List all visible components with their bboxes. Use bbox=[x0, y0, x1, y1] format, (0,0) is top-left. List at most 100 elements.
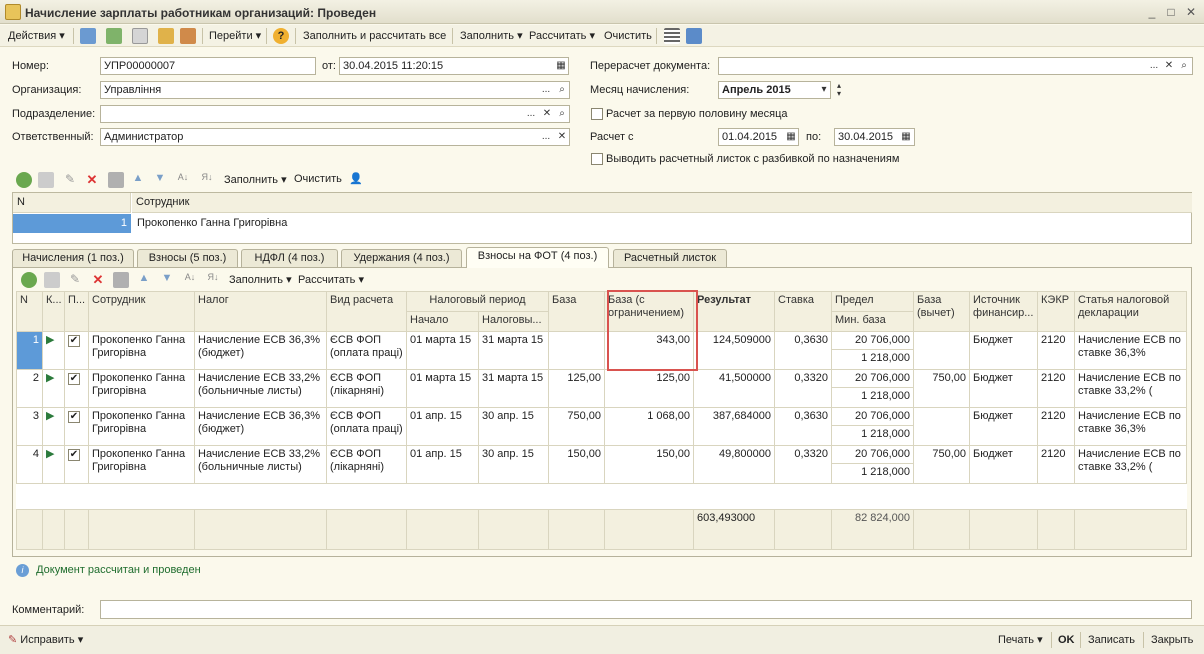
dept-field[interactable] bbox=[100, 105, 570, 123]
move-up-icon[interactable]: ▲ bbox=[136, 272, 152, 288]
delete-row-icon[interactable]: ✕ bbox=[90, 272, 106, 288]
col-rate[interactable]: Ставка bbox=[774, 291, 833, 332]
search-icon[interactable]: ⌕ bbox=[555, 82, 569, 98]
col-p[interactable]: П... bbox=[64, 291, 89, 332]
number-field[interactable]: УПР00000007 bbox=[100, 57, 316, 75]
tab-calc-menu[interactable]: Рассчитать ▾ bbox=[298, 273, 364, 286]
help-icon[interactable]: ? bbox=[273, 28, 289, 44]
close-button[interactable]: Закрыть bbox=[1151, 632, 1193, 648]
maximize-button[interactable]: □ bbox=[1163, 4, 1179, 20]
calc-menu[interactable]: Рассчитать ▾ bbox=[529, 28, 595, 44]
dropdown-arrow-icon[interactable]: ▾ bbox=[817, 82, 831, 98]
ok-button[interactable]: OK bbox=[1058, 632, 1075, 648]
edit-row-icon[interactable]: ✎ bbox=[62, 172, 78, 188]
col-decl[interactable]: Статья налоговой декларации bbox=[1074, 291, 1188, 332]
col-base[interactable]: База bbox=[548, 291, 606, 332]
split-checkbox[interactable] bbox=[591, 153, 603, 165]
actions-menu[interactable]: Действия ▾ bbox=[8, 28, 65, 44]
select-ellipsis-icon[interactable]: ... bbox=[539, 129, 553, 145]
col-kekr[interactable]: КЭКР bbox=[1037, 291, 1076, 332]
add-row-icon[interactable] bbox=[21, 272, 37, 288]
calendar-icon[interactable]: ▦ bbox=[899, 129, 913, 145]
fill-menu[interactable]: Заполнить ▾ bbox=[460, 28, 523, 44]
col-calc-type[interactable]: Вид расчета bbox=[326, 291, 407, 332]
add-row-icon[interactable] bbox=[16, 172, 32, 188]
emp-clear-button[interactable]: Очистить bbox=[294, 173, 342, 185]
emp-row-n[interactable]: 1 bbox=[13, 214, 131, 233]
save-row-icon[interactable] bbox=[113, 272, 129, 288]
col-tax-period[interactable]: Налоговый период bbox=[405, 291, 550, 312]
select-ellipsis-icon[interactable]: ... bbox=[539, 82, 553, 98]
tab-ndfl[interactable]: НДФЛ (4 поз.) bbox=[241, 249, 338, 267]
report-icon[interactable] bbox=[180, 28, 196, 44]
table-row[interactable]: 3 ▶ ✔ Прокопенко Ганна Григорівна Начисл… bbox=[16, 407, 1188, 446]
sort-desc-icon[interactable]: Я↓ bbox=[205, 272, 221, 288]
tab-payslip[interactable]: Расчетный листок bbox=[613, 249, 727, 267]
tab-accruals[interactable]: Начисления (1 поз.) bbox=[12, 249, 134, 267]
save-row-icon[interactable] bbox=[108, 172, 124, 188]
clear-x-icon[interactable]: ✕ bbox=[540, 106, 554, 122]
col-min-base[interactable]: Мин. база bbox=[831, 311, 915, 332]
month-spinner-icon[interactable]: ▴ ▾ bbox=[832, 82, 846, 98]
month-field[interactable]: Апрель 2015 bbox=[718, 81, 831, 99]
col-limit[interactable]: Предел bbox=[831, 291, 915, 312]
tab-contributions[interactable]: Взносы (5 поз.) bbox=[137, 249, 238, 267]
search-icon[interactable]: ⌕ bbox=[1177, 58, 1191, 74]
minimize-button[interactable]: _ bbox=[1144, 4, 1160, 20]
col-start[interactable]: Начало bbox=[406, 311, 479, 332]
recalc-field[interactable] bbox=[718, 57, 1193, 75]
move-down-icon[interactable]: ▼ bbox=[152, 172, 168, 188]
emp-row-name[interactable]: Прокопенко Ганна Григорівна bbox=[132, 214, 1192, 233]
col-employee[interactable]: Сотрудник bbox=[88, 291, 195, 332]
search-icon[interactable]: ⌕ bbox=[555, 106, 569, 122]
based-on-icon[interactable] bbox=[158, 28, 174, 44]
table-row[interactable]: 4 ▶ ✔ Прокопенко Ганна Григорівна Начисл… bbox=[16, 445, 1188, 484]
row-active-checkbox[interactable]: ✔ bbox=[64, 407, 89, 446]
clear-x-icon[interactable]: ✕ bbox=[1162, 58, 1176, 74]
tab-deductions[interactable]: Удержания (4 поз.) bbox=[341, 249, 462, 267]
col-result[interactable]: Результат bbox=[693, 291, 776, 332]
col-base-limit[interactable]: База (с ограничением) bbox=[604, 291, 695, 332]
list-icon[interactable] bbox=[664, 28, 680, 44]
save-button[interactable]: Записать bbox=[1088, 632, 1135, 648]
calendar-icon[interactable]: ▦ bbox=[784, 129, 798, 145]
calendar-icon[interactable]: ▦ bbox=[554, 58, 568, 74]
post-icon[interactable] bbox=[80, 28, 96, 44]
edit-menu[interactable]: ✎ Исправить ▾ bbox=[8, 632, 83, 648]
user-select-icon[interactable]: 👤 bbox=[348, 172, 364, 188]
table-settings-icon[interactable] bbox=[686, 28, 702, 44]
col-tax[interactable]: Налог bbox=[194, 291, 327, 332]
tab-fot-contributions[interactable]: Взносы на ФОТ (4 поз.) bbox=[466, 247, 609, 268]
edit-row-icon[interactable]: ✎ bbox=[67, 272, 83, 288]
row-active-checkbox[interactable]: ✔ bbox=[64, 445, 89, 484]
col-end[interactable]: Налоговы... bbox=[477, 311, 550, 332]
select-ellipsis-icon[interactable]: ... bbox=[1147, 58, 1161, 74]
org-field[interactable]: Управління bbox=[100, 81, 570, 99]
copy-row-icon[interactable] bbox=[38, 172, 54, 188]
tab-fill-menu[interactable]: Заполнить ▾ bbox=[229, 273, 292, 286]
sort-desc-icon[interactable]: Я↓ bbox=[199, 172, 215, 188]
delete-row-icon[interactable]: ✕ bbox=[84, 172, 100, 188]
copy-row-icon[interactable] bbox=[44, 272, 60, 288]
copy-icon[interactable] bbox=[132, 28, 148, 44]
resp-field[interactable]: Администратор bbox=[100, 128, 570, 146]
table-row[interactable]: 2 ▶ ✔ Прокопенко Ганна Григорівна Начисл… bbox=[16, 369, 1188, 408]
row-active-checkbox[interactable]: ✔ bbox=[64, 331, 89, 370]
sort-asc-icon[interactable]: A↓ bbox=[182, 272, 198, 288]
refresh-icon[interactable] bbox=[106, 28, 122, 44]
sort-asc-icon[interactable]: A↓ bbox=[175, 172, 191, 188]
fill-calc-all-button[interactable]: Заполнить и рассчитать все bbox=[303, 28, 446, 44]
col-source[interactable]: Источник финансир... bbox=[969, 291, 1039, 332]
goto-menu[interactable]: Перейти ▾ bbox=[209, 28, 261, 44]
move-up-icon[interactable]: ▲ bbox=[130, 172, 146, 188]
date-field[interactable]: 30.04.2015 11:20:15 bbox=[339, 57, 569, 75]
row-active-checkbox[interactable]: ✔ bbox=[64, 369, 89, 408]
table-row[interactable]: 1 ▶ ✔ Прокопенко Ганна Григорівна Начисл… bbox=[16, 331, 1188, 370]
print-menu[interactable]: Печать ▾ bbox=[998, 632, 1043, 648]
select-ellipsis-icon[interactable]: ... bbox=[524, 106, 538, 122]
move-down-icon[interactable]: ▼ bbox=[159, 272, 175, 288]
clear-x-icon[interactable]: ✕ bbox=[555, 129, 569, 145]
emp-fill-menu[interactable]: Заполнить ▾ bbox=[224, 173, 287, 186]
col-base-deduct[interactable]: База (вычет) bbox=[913, 291, 971, 332]
clear-button[interactable]: Очистить bbox=[604, 28, 652, 44]
